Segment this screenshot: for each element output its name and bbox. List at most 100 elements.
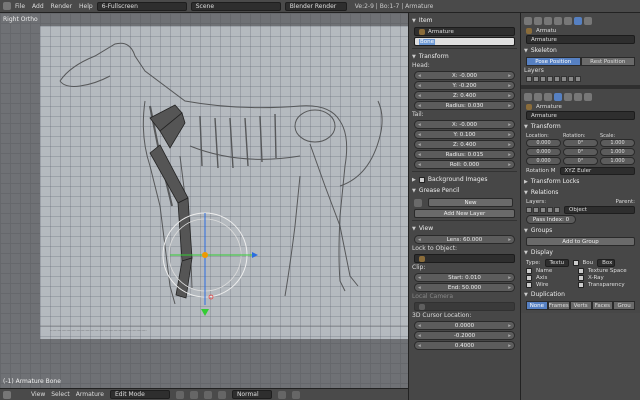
viewport-shading-icon[interactable] bbox=[175, 390, 184, 399]
location-y-field[interactable]: 0.000 bbox=[526, 148, 561, 156]
head-y-field[interactable]: ◂ Y: -0.200 ▸ bbox=[414, 81, 515, 90]
name-checkbox[interactable] bbox=[526, 268, 532, 274]
grease-pencil-header[interactable]: ▼ Grease Pencil bbox=[412, 185, 517, 196]
menu-armature[interactable]: Armature bbox=[76, 391, 104, 398]
orientation-select[interactable]: Normal bbox=[231, 390, 272, 399]
transform-panel-header[interactable]: ▼ Transform bbox=[412, 51, 517, 62]
new-grease-pencil-button[interactable]: New bbox=[428, 198, 513, 207]
head-z-field[interactable]: ◂ Z: 0.400 ▸ bbox=[414, 91, 515, 100]
menu-help[interactable]: Help bbox=[79, 3, 93, 10]
bone-layers-grid[interactable] bbox=[526, 76, 635, 82]
menu-add[interactable]: Add bbox=[32, 3, 44, 10]
tail-x-field[interactable]: ◂ X: -0.000 ▸ bbox=[414, 120, 515, 129]
groups-header[interactable]: ▼ Groups bbox=[524, 225, 637, 236]
gizmo-arrow-icon[interactable] bbox=[201, 309, 209, 316]
background-images-checkbox[interactable] bbox=[418, 176, 425, 183]
cursor-z-field[interactable]: ◂ 0.4000 ▸ bbox=[414, 341, 515, 350]
armature-data-icon[interactable] bbox=[574, 93, 582, 101]
render-icon[interactable] bbox=[524, 93, 532, 101]
dup-group-button[interactable]: Grou bbox=[613, 301, 636, 310]
display-header[interactable]: ▼ Display bbox=[524, 247, 637, 258]
duplication-header[interactable]: ▼ Duplication bbox=[524, 289, 637, 300]
scale-x-field[interactable]: 1.000 bbox=[600, 139, 635, 147]
parent-object-field[interactable]: Object bbox=[564, 206, 635, 214]
pencil-icon[interactable] bbox=[414, 198, 422, 207]
armature-bone[interactable] bbox=[175, 257, 193, 299]
world-icon[interactable] bbox=[544, 17, 552, 25]
clip-end-field[interactable]: ◂ End: 50.000 ▸ bbox=[414, 283, 515, 292]
display-type-select[interactable]: Textu bbox=[544, 259, 569, 267]
bone-name-field[interactable]: Bone bbox=[414, 37, 515, 46]
add-to-group-button[interactable]: Add to Group bbox=[526, 237, 635, 246]
roll-field[interactable]: ◂ Roll: 0.000 ▸ bbox=[414, 160, 515, 169]
cursor-x-field[interactable]: ◂ 0.0000 ▸ bbox=[414, 321, 515, 330]
transparency-checkbox[interactable] bbox=[578, 282, 584, 288]
add-new-layer-button[interactable]: Add New Layer bbox=[414, 209, 515, 218]
object-icon[interactable] bbox=[554, 93, 562, 101]
menu-render[interactable]: Render bbox=[51, 3, 72, 10]
xray-checkbox[interactable] bbox=[578, 275, 584, 281]
lens-field[interactable]: ◂ Lens: 60.000 ▸ bbox=[414, 235, 515, 244]
bone-joint-selected[interactable] bbox=[202, 252, 208, 258]
bounds-checkbox[interactable] bbox=[572, 260, 579, 266]
pass-index-field[interactable]: Pass Index: 0 bbox=[526, 215, 576, 224]
mode-select[interactable]: Edit Mode bbox=[109, 390, 170, 399]
editor-type-icon[interactable] bbox=[3, 2, 11, 10]
object-icon[interactable] bbox=[554, 17, 562, 25]
lock-object-field[interactable] bbox=[414, 254, 515, 263]
dup-frames-button[interactable]: Frames bbox=[547, 301, 570, 310]
transform-locks-header[interactable]: ▶ Transform Locks bbox=[524, 176, 637, 187]
pose-position-button[interactable]: Pose Position bbox=[526, 57, 581, 66]
location-z-field[interactable]: 0.000 bbox=[526, 157, 561, 165]
bone-icon[interactable] bbox=[584, 93, 592, 101]
rotation-mode-select[interactable]: XYZ Euler bbox=[559, 167, 635, 175]
manipulator-icon[interactable] bbox=[203, 390, 212, 399]
head-radius-field[interactable]: ◂ Radius: 0.030 ▸ bbox=[414, 101, 515, 110]
bounds-type-select[interactable]: Box bbox=[597, 259, 616, 267]
item-panel-header[interactable]: ▼ Item bbox=[412, 15, 517, 26]
location-x-field[interactable]: 0.000 bbox=[526, 139, 561, 147]
render-icon[interactable] bbox=[524, 17, 532, 25]
texture-space-checkbox[interactable] bbox=[578, 268, 584, 274]
rotation-x-field[interactable]: 0° bbox=[563, 139, 598, 147]
rest-position-button[interactable]: Rest Position bbox=[580, 57, 635, 66]
axis-checkbox[interactable] bbox=[526, 275, 532, 281]
dup-faces-button[interactable]: Faces bbox=[591, 301, 614, 310]
rotation-z-field[interactable]: 0° bbox=[563, 157, 598, 165]
tail-y-field[interactable]: ◂ Y: 0.100 ▸ bbox=[414, 130, 515, 139]
object-layers-grid[interactable] bbox=[526, 207, 560, 213]
world-icon[interactable] bbox=[544, 93, 552, 101]
gizmo-arrow-icon[interactable] bbox=[252, 252, 258, 258]
scene-icon[interactable] bbox=[534, 93, 542, 101]
skeleton-panel-header[interactable]: ▼ Skeleton bbox=[524, 45, 637, 56]
translate-icon[interactable] bbox=[217, 390, 226, 399]
pivot-icon[interactable] bbox=[189, 390, 198, 399]
clip-start-field[interactable]: ◂ Start: 0.010 ▸ bbox=[414, 273, 515, 282]
object-name-field[interactable]: Armature bbox=[526, 111, 635, 120]
armature-datablock-field[interactable]: Armature bbox=[526, 35, 635, 44]
armature-data-icon[interactable] bbox=[574, 17, 582, 25]
proportional-icon[interactable] bbox=[291, 390, 300, 399]
transform-panel-header[interactable]: ▼ Transform bbox=[524, 121, 637, 132]
scale-y-field[interactable]: 1.000 bbox=[600, 148, 635, 156]
menu-view[interactable]: View bbox=[31, 391, 45, 398]
dup-none-button[interactable]: None bbox=[526, 301, 548, 310]
armature-bone[interactable] bbox=[149, 144, 189, 204]
tail-z-field[interactable]: ◂ Z: 0.400 ▸ bbox=[414, 140, 515, 149]
relations-header[interactable]: ▼ Relations bbox=[524, 187, 637, 198]
menu-file[interactable]: File bbox=[15, 3, 25, 10]
rotation-y-field[interactable]: 0° bbox=[563, 148, 598, 156]
3d-viewport[interactable]: ........................................… bbox=[0, 13, 408, 388]
screen-layout-select[interactable]: 6-Fullscreen bbox=[96, 1, 187, 11]
dup-verts-button[interactable]: Verts bbox=[569, 301, 592, 310]
menu-select[interactable]: Select bbox=[51, 391, 70, 398]
tail-radius-field[interactable]: ◂ Radius: 0.015 ▸ bbox=[414, 150, 515, 159]
editor-type-icon[interactable] bbox=[3, 390, 11, 399]
scene-select[interactable]: Scene bbox=[190, 1, 281, 11]
wire-checkbox[interactable] bbox=[526, 282, 532, 288]
scale-z-field[interactable]: 1.000 bbox=[600, 157, 635, 165]
view-panel-header[interactable]: ▼ View bbox=[412, 223, 517, 234]
cursor-y-field[interactable]: ◂ -0.2000 ▸ bbox=[414, 331, 515, 340]
background-images-header[interactable]: ▶ Background Images bbox=[412, 174, 517, 185]
object-name-field[interactable]: Armature bbox=[414, 27, 515, 36]
